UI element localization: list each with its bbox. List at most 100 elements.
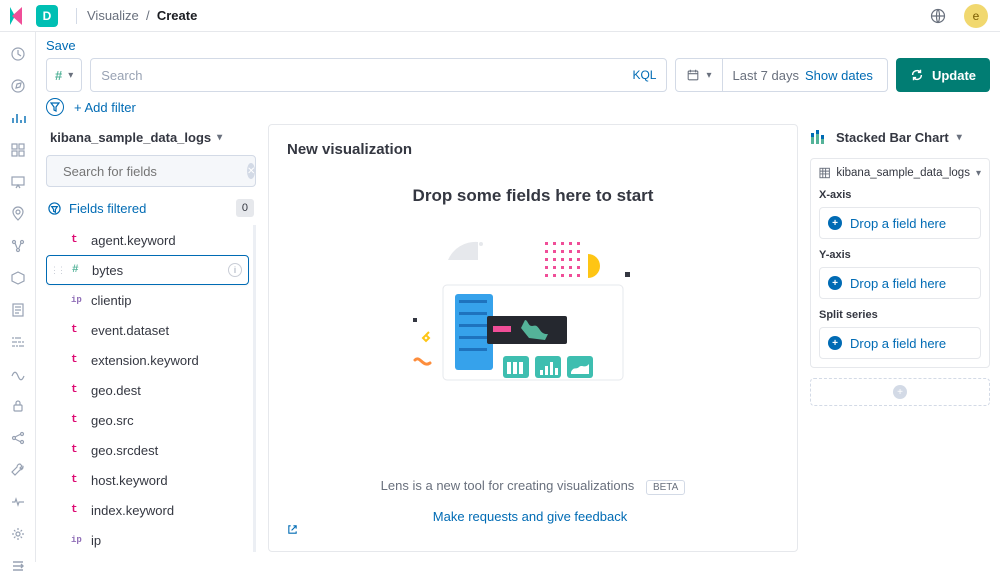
nav-ml-icon[interactable] <box>9 238 27 254</box>
header-divider <box>76 8 77 24</box>
plus-icon: + <box>828 216 842 230</box>
nav-management-icon[interactable] <box>9 526 27 542</box>
field-name: geo.dest <box>91 383 141 398</box>
config-panel: Stacked Bar Chart ▾ kibana_sample_data_l… <box>810 124 990 552</box>
app-content: Save # ▾ KQL ▾ Last 7 days Show dates Up… <box>36 32 1000 562</box>
filter-menu-icon[interactable] <box>46 98 64 116</box>
nav-graph-icon[interactable] <box>9 430 27 446</box>
nav-canvas-icon[interactable] <box>9 174 27 190</box>
nav-discover-icon[interactable] <box>9 78 27 94</box>
y-axis-label: Y-axis <box>819 249 981 261</box>
news-feed-icon[interactable] <box>926 4 950 28</box>
chevron-down-icon: ▾ <box>957 132 962 143</box>
user-avatar[interactable]: e <box>964 4 988 28</box>
field-item[interactable]: ⋮⋮tgeo.srcdest <box>46 435 249 465</box>
drop-hint: Drop a field here <box>850 336 946 351</box>
split-series-drop[interactable]: + Drop a field here <box>819 327 981 359</box>
nav-security-icon[interactable] <box>9 398 27 414</box>
x-axis-drop[interactable]: + Drop a field here <box>819 207 981 239</box>
editor-menu: Save <box>36 32 1000 58</box>
field-type-icon: # <box>72 264 84 276</box>
nav-visualize-icon[interactable] <box>9 110 27 126</box>
plus-icon: + <box>893 385 907 399</box>
kibana-logo-icon[interactable] <box>6 5 28 27</box>
nav-dashboard-icon[interactable] <box>9 142 27 158</box>
space-selector[interactable]: D <box>36 5 58 27</box>
drop-hint: Drop a field here <box>850 216 946 231</box>
plus-icon: + <box>828 336 842 350</box>
fields-filtered-toggle[interactable]: Fields filtered 0 <box>46 195 256 225</box>
layer-index-label: kibana_sample_data_logs <box>836 167 970 179</box>
nav-infrastructure-icon[interactable] <box>9 270 27 286</box>
field-item[interactable]: ⋮⋮tindex.keyword <box>46 495 249 525</box>
nav-collapse-icon[interactable] <box>9 558 27 574</box>
drop-prompt: Drop some fields here to start <box>413 186 654 206</box>
breadcrumb: Visualize / Create <box>87 8 197 23</box>
clear-search-icon[interactable]: ✕ <box>247 163 255 179</box>
breadcrumb-parent[interactable]: Visualize <box>87 8 139 23</box>
field-item[interactable]: ⋮⋮tevent.dataset <box>46 315 249 345</box>
field-type-icon: t <box>71 474 83 486</box>
field-item[interactable]: ⋮⋮textension.keyword <box>46 345 249 375</box>
canvas-footer: Lens is a new tool for creating visualiz… <box>287 478 779 535</box>
feedback-link[interactable]: Make requests and give feedback <box>287 509 779 535</box>
external-link-icon <box>287 524 779 535</box>
nav-uptime-icon[interactable] <box>9 366 27 382</box>
field-item[interactable]: ⋮⋮#bytesi <box>46 255 249 285</box>
field-list[interactable]: ⋮⋮tagent.keyword⋮⋮#bytesi⋮⋮ipclientip⋮⋮t… <box>46 225 256 552</box>
field-item[interactable]: ⋮⋮tagent.keyword <box>46 225 249 255</box>
chart-type-selector[interactable]: Stacked Bar Chart ▾ <box>810 124 990 148</box>
fields-filtered-count: 0 <box>236 199 254 217</box>
field-type-icon: ip <box>71 535 83 545</box>
beta-badge: BETA <box>646 480 685 495</box>
date-picker[interactable]: ▾ Last 7 days Show dates <box>675 58 887 92</box>
field-name: clientip <box>91 293 131 308</box>
app-header: D Visualize / Create e <box>0 0 1000 32</box>
chevron-down-icon: ▾ <box>217 132 222 143</box>
add-layer-button[interactable]: + <box>810 378 990 406</box>
update-button-label: Update <box>932 68 976 83</box>
date-range-label: Last 7 days <box>733 68 800 83</box>
index-pattern-selector[interactable]: kibana_sample_data_logs ▾ <box>46 124 256 155</box>
field-name: extension.keyword <box>91 353 199 368</box>
layer-index-pattern[interactable]: kibana_sample_data_logs ▾ <box>819 167 981 179</box>
query-input[interactable] <box>101 68 632 83</box>
field-type-icon: t <box>71 234 83 246</box>
query-language-toggle[interactable]: KQL <box>632 68 656 82</box>
nav-maps-icon[interactable] <box>9 206 27 222</box>
nav-monitoring-icon[interactable] <box>9 494 27 510</box>
x-axis-label: X-axis <box>819 189 981 201</box>
lens-illustration <box>403 230 663 410</box>
field-name: geo.src <box>91 413 134 428</box>
save-button[interactable]: Save <box>46 38 76 53</box>
field-type-icon: t <box>71 324 83 336</box>
query-input-wrapper: KQL <box>90 58 667 92</box>
field-item[interactable]: ⋮⋮thost.keyword <box>46 465 249 495</box>
add-filter-button[interactable]: + Add filter <box>74 100 136 115</box>
show-dates-link[interactable]: Show dates <box>805 68 873 83</box>
nav-logs-icon[interactable] <box>9 302 27 318</box>
field-item[interactable]: ⋮⋮tgeo.src <box>46 405 249 435</box>
filter-scope-button[interactable]: # ▾ <box>46 58 82 92</box>
update-button[interactable]: Update <box>896 58 990 92</box>
field-search-input[interactable] <box>63 164 239 179</box>
split-series-label: Split series <box>819 309 981 321</box>
chevron-down-icon: ▾ <box>68 70 73 81</box>
visualization-canvas[interactable]: New visualization Drop some fields here … <box>268 124 798 552</box>
field-type-icon: t <box>71 384 83 396</box>
field-item[interactable]: ⋮⋮tgeo.dest <box>46 375 249 405</box>
field-item[interactable]: ⋮⋮ipip <box>46 525 249 552</box>
y-axis-drop[interactable]: + Drop a field here <box>819 267 981 299</box>
nav-devtools-icon[interactable] <box>9 462 27 478</box>
field-name: agent.keyword <box>91 233 176 248</box>
filter-bar: + Add filter <box>36 98 1000 124</box>
drag-handle-icon: ⋮⋮ <box>50 265 64 276</box>
filter-icon <box>48 202 61 215</box>
info-icon[interactable]: i <box>228 263 242 277</box>
fields-panel: kibana_sample_data_logs ▾ ✕ Fields filte… <box>46 124 256 552</box>
fields-filtered-label: Fields filtered <box>69 201 146 216</box>
field-name: ip <box>91 533 101 548</box>
field-item[interactable]: ⋮⋮ipclientip <box>46 285 249 315</box>
nav-apm-icon[interactable] <box>9 334 27 350</box>
nav-recent-icon[interactable] <box>9 46 27 62</box>
